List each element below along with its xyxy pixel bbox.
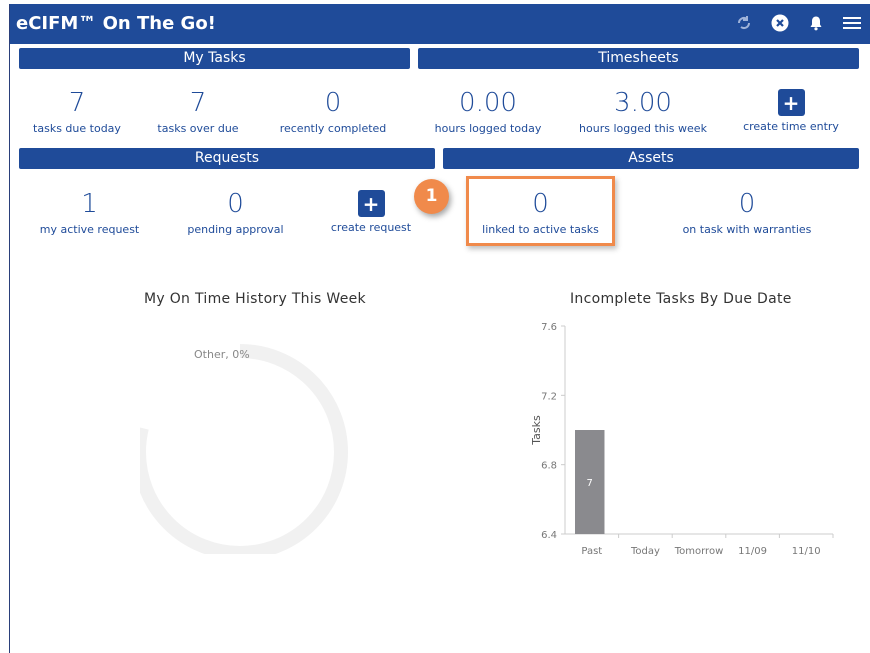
stat-tasks-due-today[interactable]: 7 tasks due today	[22, 88, 132, 135]
stat-label: my active request	[39, 223, 140, 236]
sync-icon[interactable]	[735, 14, 753, 32]
stat-on-task-with-warranties[interactable]: 0 on task with warranties	[672, 189, 822, 236]
section-timesheets: Timesheets	[418, 48, 859, 69]
app-title: eCIFM™ On The Go!	[16, 13, 216, 34]
x-tick-label: 11/09	[738, 546, 767, 557]
y-tick-label: 7.2	[541, 391, 557, 402]
section-requests: Requests	[19, 148, 435, 169]
x-tick-label: Today	[630, 546, 660, 557]
stat-label: hours logged this week	[579, 122, 707, 135]
app-header: eCIFM™ On The Go!	[10, 4, 870, 44]
header-icons	[735, 14, 861, 32]
stat-hours-logged-this-week[interactable]: 3.00 hours logged this week	[578, 88, 708, 135]
stat-label: hours logged today	[434, 122, 542, 135]
bar-chart: 6.4 6.8 7.2 7.6 Tasks Past 7 Today Tomorrow 11/09…	[530, 322, 834, 557]
bar-chart-title: Incomplete Tasks By Due Date	[570, 291, 792, 307]
y-axis-label: Tasks	[530, 415, 543, 446]
stat-value: 3.00	[614, 88, 672, 118]
callout-highlight-box	[466, 176, 615, 246]
stat-label: on task with warranties	[682, 223, 812, 236]
stat-value: 0	[738, 189, 756, 219]
add-time-entry-button[interactable]: +	[777, 89, 805, 116]
stat-label: pending approval	[187, 223, 284, 236]
stat-value: 7	[68, 88, 86, 118]
create-time-entry[interactable]: + create time entry	[735, 89, 847, 133]
stat-label: tasks over due	[157, 122, 239, 135]
y-tick-label: 7.6	[541, 322, 557, 333]
stat-my-active-request[interactable]: 1 my active request	[32, 189, 147, 236]
y-tick-label: 6.4	[541, 530, 557, 541]
bell-icon[interactable]	[807, 14, 825, 32]
x-tick-label: Past	[581, 546, 602, 557]
stat-value: 7	[189, 88, 207, 118]
section-assets: Assets	[443, 148, 859, 169]
stat-label: create request	[330, 221, 412, 234]
stat-label: create time entry	[743, 120, 839, 133]
bar-data-label: 7	[587, 478, 593, 489]
menu-icon[interactable]	[843, 14, 861, 32]
y-tick-label: 6.8	[541, 461, 557, 472]
donut-chart: Other, 0%	[140, 344, 348, 554]
stat-value: 0	[227, 189, 244, 219]
app-frame: eCIFM™ On The Go! My Tasks Timesheets Re…	[9, 4, 870, 653]
stat-label: recently completed	[279, 122, 387, 135]
x-tick-label: 11/10	[792, 546, 821, 557]
stat-tasks-over-due[interactable]: 7 tasks over due	[143, 88, 253, 135]
callout-number-badge: 1	[414, 179, 449, 214]
section-my-tasks: My Tasks	[19, 48, 410, 69]
donut-chart-title: My On Time History This Week	[144, 291, 366, 307]
stat-hours-logged-today[interactable]: 0.00 hours logged today	[428, 88, 548, 135]
donut-slice-label: Other, 0%	[194, 348, 250, 361]
x-tick-label: Tomorrow	[674, 546, 724, 557]
stat-recently-completed[interactable]: 0 recently completed	[273, 88, 393, 135]
stat-pending-approval[interactable]: 0 pending approval	[178, 189, 293, 236]
close-circle-icon[interactable]	[771, 14, 789, 32]
create-request[interactable]: + create request	[320, 190, 422, 234]
stat-value: 0.00	[459, 88, 517, 118]
stat-label: tasks due today	[33, 122, 121, 135]
stat-value: 1	[81, 189, 98, 219]
stat-value: 0	[324, 88, 342, 118]
add-request-button[interactable]: +	[357, 190, 385, 217]
donut-ring	[140, 344, 348, 554]
